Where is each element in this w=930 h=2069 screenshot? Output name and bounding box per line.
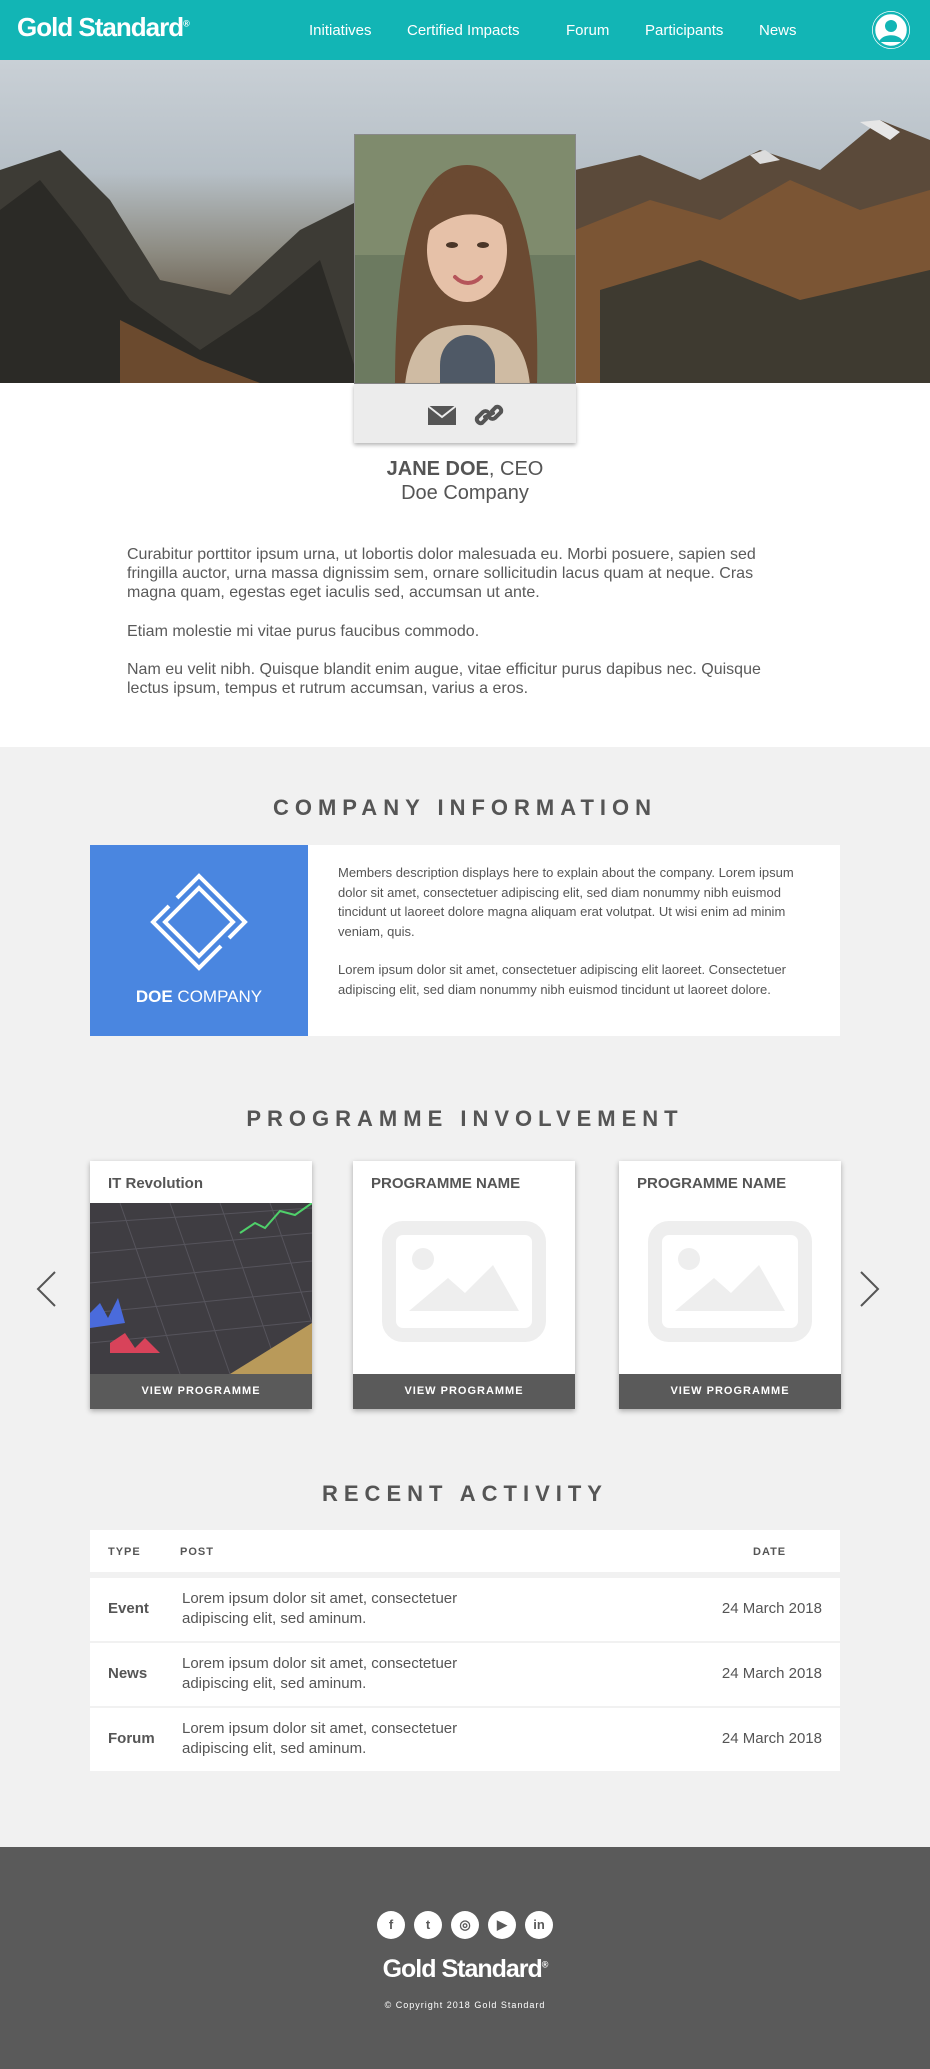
programme-card[interactable]: IT Revolution VIEW PROGRAMME — [90, 1161, 312, 1409]
row-type: Forum — [108, 1730, 155, 1747]
row-post[interactable]: Lorem ipsum dolor sit amet, consectetuer… — [182, 1589, 502, 1629]
programme-card[interactable]: PROGRAMME NAME VIEW PROGRAMME — [353, 1161, 575, 1409]
user-circle-icon[interactable] — [872, 11, 910, 49]
table-row[interactable]: Event Lorem ipsum dolor sit amet, consec… — [90, 1578, 840, 1641]
company-card: DOE COMPANY Members description displays… — [90, 845, 840, 1036]
row-date: 24 March 2018 — [721, 1730, 822, 1747]
row-date: 24 March 2018 — [721, 1600, 822, 1617]
company-logo[interactable]: DOE COMPANY — [90, 845, 308, 1036]
diamond-logo-icon — [150, 873, 248, 971]
bio-paragraph: Etiam molestie mi vitae purus faucibus c… — [127, 623, 480, 640]
programme-image — [90, 1203, 312, 1374]
nav-link-certified-impacts[interactable]: Certified Impacts — [407, 22, 520, 39]
row-type: Event — [108, 1600, 149, 1617]
link-icon[interactable] — [474, 402, 504, 428]
table-row[interactable]: News Lorem ipsum dolor sit amet, consect… — [90, 1643, 840, 1706]
site-logo[interactable]: Gold Standard® — [17, 12, 190, 43]
image-placeholder-icon — [353, 1203, 575, 1374]
instagram-icon[interactable]: ◎ — [451, 1911, 479, 1939]
programme-card-title: IT Revolution — [108, 1175, 203, 1192]
bio-paragraph: Curabitur porttitor ipsum urna, ut lobor… — [127, 546, 756, 601]
company-logo-text: DOE COMPANY — [135, 987, 263, 1006]
view-programme-button[interactable]: VIEW PROGRAMME — [353, 1374, 575, 1409]
company-description: Members description displays here to exp… — [338, 865, 794, 939]
row-date: 24 March 2018 — [721, 1665, 822, 1682]
envelope-icon[interactable] — [427, 402, 457, 428]
nav-link-news[interactable]: News — [759, 22, 797, 39]
bio-paragraph: Nam eu velit nibh. Quisque blandit enim … — [127, 661, 761, 697]
copyright: © Copyright 2018 Gold Standard — [384, 2000, 546, 2010]
youtube-icon[interactable]: ▶ — [488, 1911, 516, 1939]
programme-card-title: PROGRAMME NAME — [371, 1175, 521, 1192]
row-type: News — [108, 1665, 148, 1682]
company-description: Lorem ipsum dolor sit amet, consectetuer… — [338, 962, 786, 997]
header-type: TYPE — [108, 1546, 141, 1558]
chevron-right-icon[interactable] — [859, 1270, 881, 1308]
twitter-icon[interactable]: t — [414, 1911, 442, 1939]
table-row[interactable]: Forum Lorem ipsum dolor sit amet, consec… — [90, 1708, 840, 1771]
footer-logo[interactable]: Gold Standard® — [0, 1955, 930, 1984]
nav-link-forum[interactable]: Forum — [566, 22, 609, 39]
facebook-icon[interactable]: f — [377, 1911, 405, 1939]
top-nav: Gold Standard® Initiatives Certified Imp… — [0, 0, 930, 60]
recent-activity-title: RECENT ACTIVITY — [322, 1481, 608, 1506]
header-date: DATE — [753, 1546, 787, 1558]
view-programme-button[interactable]: VIEW PROGRAMME — [619, 1374, 841, 1409]
profile-photo — [354, 134, 576, 384]
company-info-title: COMPANY INFORMATION — [272, 795, 658, 820]
header-post: POST — [180, 1546, 214, 1558]
person-name: JANE DOE, CEO — [386, 458, 544, 480]
profile-actions — [354, 384, 576, 443]
chevron-left-icon[interactable] — [35, 1270, 57, 1308]
table-header: TYPE POST DATE — [90, 1530, 840, 1572]
programme-title: PROGRAMME INVOLVEMENT — [246, 1106, 684, 1131]
nav-link-initiatives[interactable]: Initiatives — [309, 22, 372, 39]
image-placeholder-icon — [619, 1203, 841, 1374]
person-company: Doe Company — [401, 482, 529, 504]
row-post[interactable]: Lorem ipsum dolor sit amet, consectetuer… — [182, 1654, 502, 1694]
programme-card[interactable]: PROGRAMME NAME VIEW PROGRAMME — [619, 1161, 841, 1409]
nav-link-participants[interactable]: Participants — [645, 22, 723, 39]
programme-card-title: PROGRAMME NAME — [637, 1175, 787, 1192]
row-post[interactable]: Lorem ipsum dolor sit amet, consectetuer… — [182, 1719, 502, 1759]
linkedin-icon[interactable]: in — [525, 1911, 553, 1939]
view-programme-button[interactable]: VIEW PROGRAMME — [90, 1374, 312, 1409]
